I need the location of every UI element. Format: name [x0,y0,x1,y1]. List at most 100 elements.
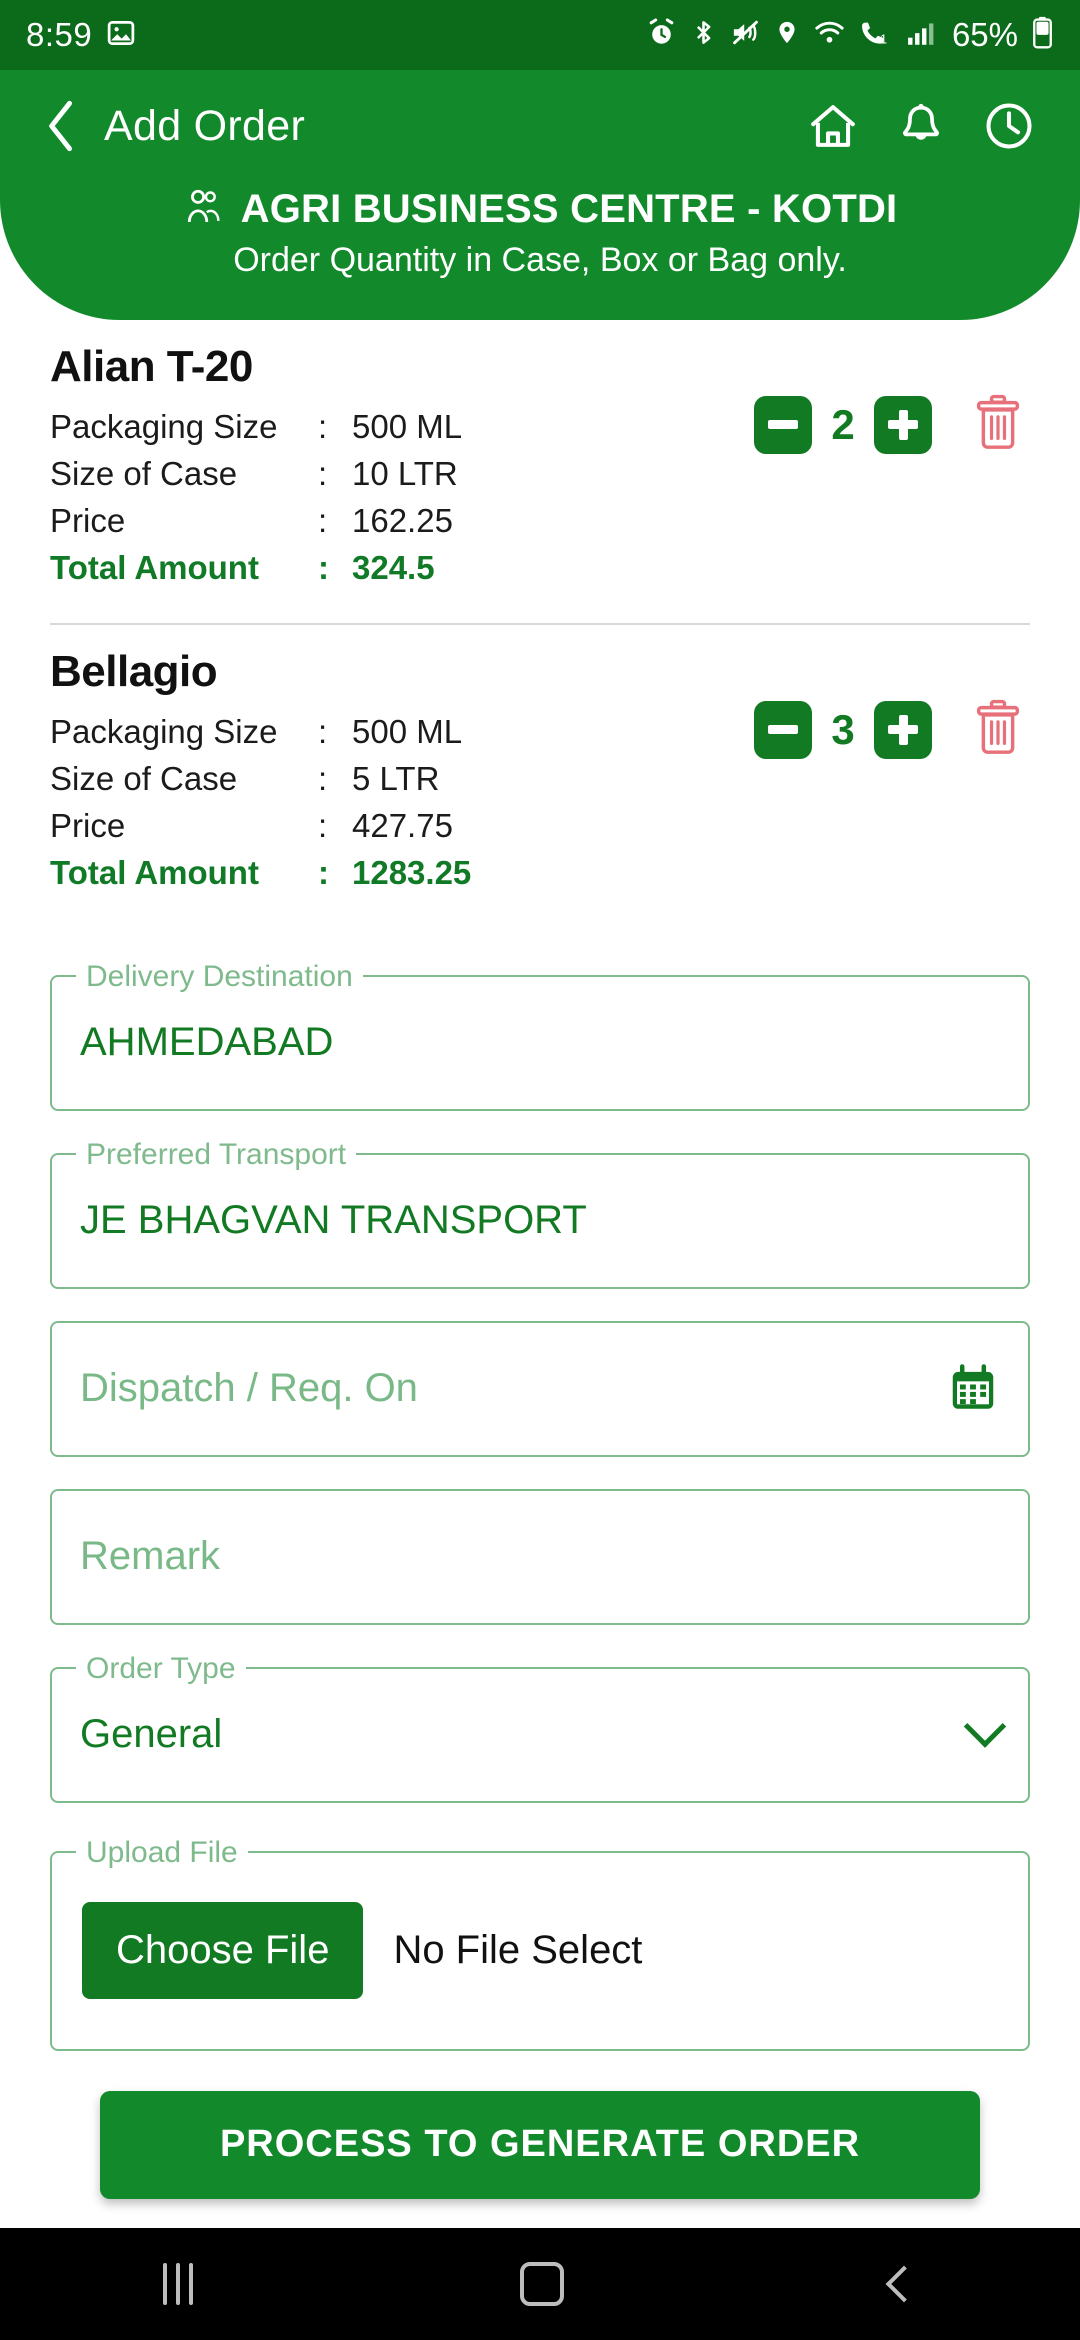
chevron-down-icon[interactable] [963,1705,1007,1750]
preferred-transport-field[interactable]: Preferred Transport JE BHAGVAN TRANSPORT [50,1137,1030,1289]
delivery-destination-field[interactable]: Delivery Destination AHMEDABAD [50,959,1030,1111]
file-status-text: No File Select [393,1928,643,1973]
quantity-stepper: 3 [754,647,1030,760]
spec-packaging-size: Packaging Size : 500 ML [50,709,754,756]
spec-label: Packaging Size [50,408,278,445]
product-row: Alian T-20 Packaging Size : 500 ML Size … [0,320,1080,601]
delivery-destination-label: Delivery Destination [76,959,363,994]
product-row: Bellagio Packaging Size : 500 ML Size of… [0,625,1080,906]
spec-value: 427.75 [352,807,453,845]
phone-screen: 8:59 1 65% Add Order AGRI BUSINESS CENTR… [0,0,1080,2340]
spec-packaging-size: Packaging Size : 500 ML [50,404,754,451]
remark-field[interactable]: Remark [50,1488,1030,1625]
home-icon[interactable] [806,99,860,153]
bluetooth-icon [690,17,717,53]
back-chevron-icon[interactable] [885,2265,923,2303]
quantity-value: 3 [831,705,855,753]
spec-colon: : [318,760,328,798]
trash-icon[interactable] [972,699,1024,760]
product-name: Bellagio [50,647,218,697]
alarm-icon [646,17,677,53]
spec-colon: : [318,454,328,492]
main-content: Alian T-20 Packaging Size : 500 ML Size … [0,320,1080,2199]
recent-apps-icon[interactable] [163,2263,194,2305]
back-button[interactable] [34,98,90,154]
location-icon [774,17,800,53]
app-header: Add Order AGRI BUSINESS CENTRE - KOTDI O… [0,70,1080,320]
order-type-select[interactable]: Order Type General [50,1651,1030,1803]
spec-total-amount: Total Amount : 324.5 [50,545,754,592]
spec-colon: : [318,408,328,445]
spec-colon: : [318,501,328,539]
header-subtitle: Order Quantity in Case, Box or Bag only. [233,241,847,279]
spec-price: Price : 162.25 [50,498,754,545]
upload-file-group: Upload File Choose File No File Select [50,1835,1030,2051]
calendar-icon[interactable] [946,1362,1000,1416]
product-spec-list: Packaging Size : 500 ML Size of Case : 5… [50,709,754,896]
spec-label: Price [50,501,126,539]
spec-size-of-case: Size of Case : 5 LTR [50,756,754,803]
signal-icon [905,17,937,53]
process-to-generate-order-button[interactable]: PROCESS TO GENERATE ORDER [100,2090,980,2199]
product-spec-list: Packaging Size : 500 ML Size of Case : 1… [50,404,754,591]
delivery-destination-value: AHMEDABAD [80,1020,334,1065]
spec-value: 10 LTR [352,454,458,492]
spec-total-amount: Total Amount : 1283.25 [50,850,754,897]
spec-label: Size of Case [50,760,238,798]
plus-icon[interactable] [874,700,932,759]
spec-colon: : [318,548,329,586]
wifi-icon [813,17,846,53]
remark-placeholder: Remark [80,1534,221,1579]
image-icon [106,18,136,53]
status-bar-left: 8:59 [26,16,136,54]
party-row: AGRI BUSINESS CENTRE - KOTDI [0,186,1080,233]
product-name: Alian T-20 [50,342,253,391]
bell-icon[interactable] [896,99,946,153]
minus-icon[interactable] [754,700,812,759]
plus-icon[interactable] [874,395,932,454]
order-type-label: Order Type [76,1651,246,1686]
minus-icon[interactable] [754,395,812,454]
app-header-top-row: Add Order [0,70,1080,182]
spec-label: Price [50,807,126,845]
page-title: Add Order [104,101,306,150]
choose-file-button[interactable]: Choose File [82,1902,364,2000]
product-details: Bellagio Packaging Size : 500 ML Size of… [50,647,754,896]
product-details: Alian T-20 Packaging Size : 500 ML Size … [50,342,754,591]
preferred-transport-label: Preferred Transport [76,1137,357,1172]
spec-value: 5 LTR [352,760,440,798]
trash-icon[interactable] [972,394,1024,455]
spec-label: Size of Case [50,454,238,492]
spec-value: 1283.25 [352,854,472,892]
spec-label: Total Amount [50,854,259,892]
battery-percent-label: 65% [951,16,1018,53]
mute-vibrate-icon [730,17,761,53]
spec-label: Total Amount [50,548,259,586]
spec-size-of-case: Size of Case : 10 LTR [50,451,754,498]
submit-area: PROCESS TO GENERATE ORDER [50,2051,1030,2199]
people-icon [183,186,225,233]
upload-file-label: Upload File [76,1835,248,1870]
spec-value: 162.25 [352,501,453,539]
dispatch-date-field[interactable]: Dispatch / Req. On [50,1320,1030,1457]
quantity-stepper: 2 [754,342,1030,455]
android-nav-bar [0,2228,1080,2340]
spec-colon: : [318,807,328,845]
clock-icon[interactable] [982,99,1036,153]
status-bar-right: 1 65% [646,16,1054,54]
party-name: AGRI BUSINESS CENTRE - KOTDI [240,187,898,231]
spec-price: Price : 427.75 [50,803,754,850]
app-header-actions [806,99,1046,153]
home-square-icon[interactable] [519,2262,564,2306]
spec-value: 500 ML [352,408,463,445]
status-bar: 8:59 1 65% [0,0,1080,70]
order-form: Delivery Destination AHMEDABAD Preferred… [0,907,1080,2199]
missed-call-icon: 1 [859,17,892,53]
spec-colon: : [318,713,328,751]
status-bar-clock: 8:59 [26,16,93,53]
dispatch-date-placeholder: Dispatch / Req. On [80,1366,418,1411]
preferred-transport-value: JE BHAGVAN TRANSPORT [80,1198,587,1243]
order-type-value: General [80,1712,223,1757]
spec-label: Packaging Size [50,713,278,751]
spec-value: 500 ML [352,713,463,751]
